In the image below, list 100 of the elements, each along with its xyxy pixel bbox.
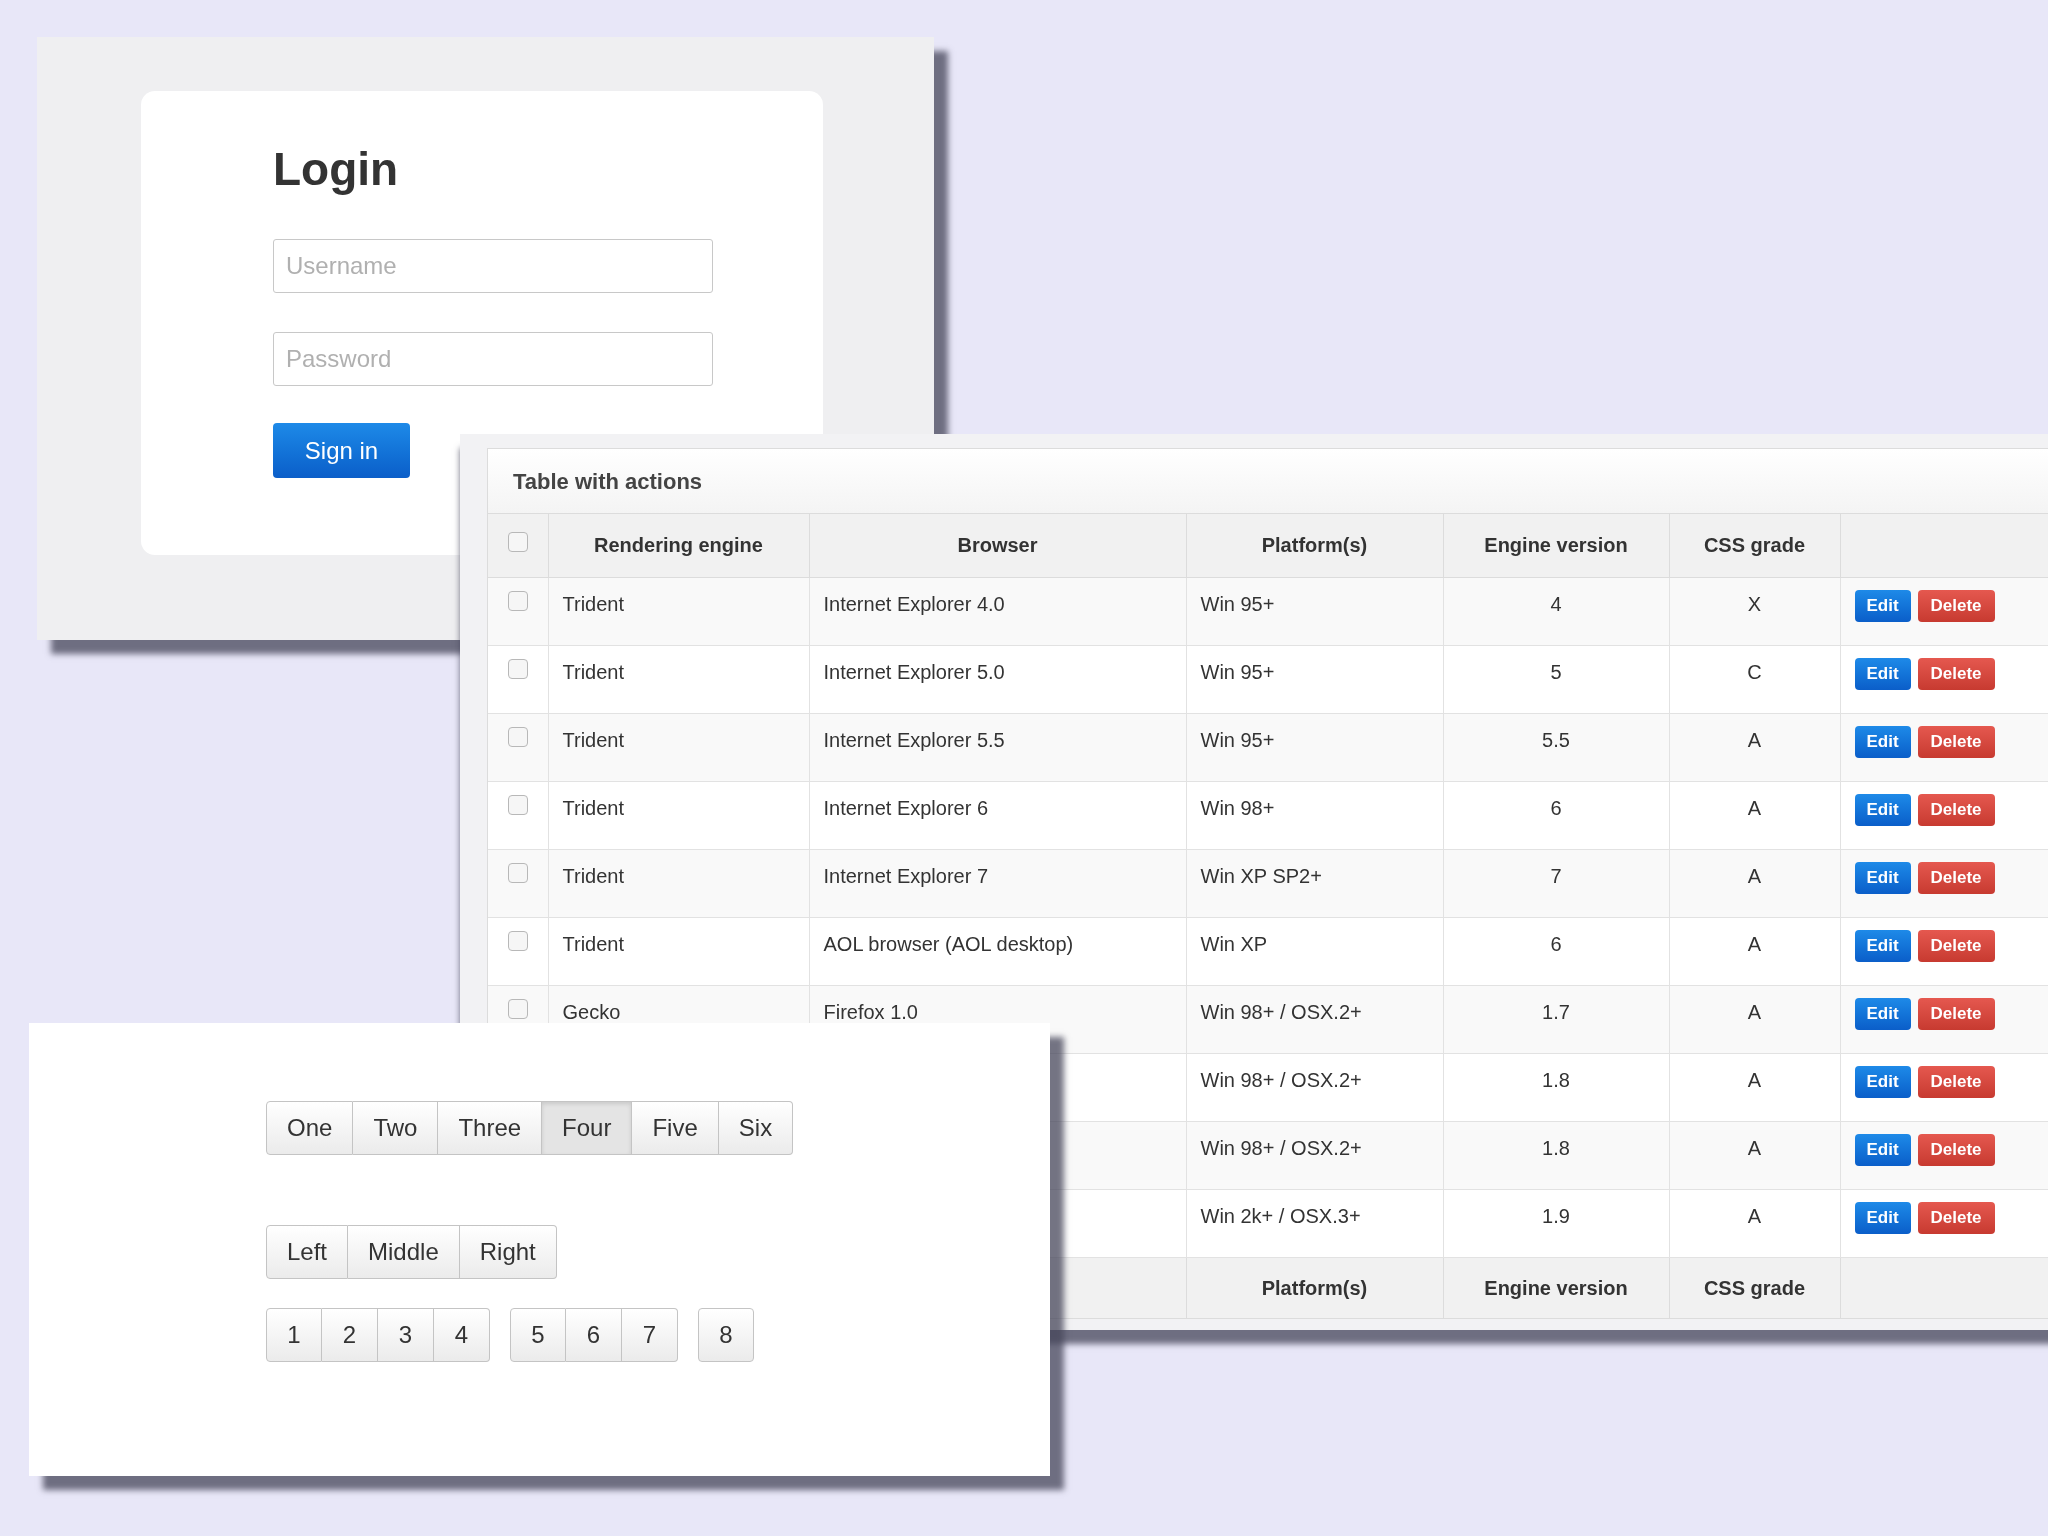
column-header: Platform(s) <box>1186 514 1443 577</box>
group-button[interactable]: 6 <box>566 1308 622 1362</box>
table-cell: 5.5 <box>1542 729 1570 751</box>
edit-button[interactable]: Edit <box>1854 658 1911 690</box>
table-cell: Win 95+ <box>1200 661 1275 683</box>
table-cell: 1.7 <box>1542 1001 1570 1023</box>
table-cell: Firefox 1.0 <box>823 1001 918 1023</box>
table-cell: A <box>1747 1137 1762 1159</box>
column-header: Rendering engine <box>548 514 809 577</box>
group-button[interactable]: 1 <box>266 1308 322 1362</box>
column-footer: Engine version <box>1484 1276 1628 1299</box>
column-footer: CSS grade <box>1703 1276 1806 1299</box>
checkbox[interactable] <box>507 863 528 883</box>
group-button[interactable]: Right <box>459 1225 557 1279</box>
group-button[interactable]: 2 <box>322 1308 378 1362</box>
table-cell: A <box>1747 1205 1762 1227</box>
table-cell: X <box>1747 593 1762 615</box>
table-cell: 1.8 <box>1542 1137 1570 1159</box>
edit-button[interactable]: Edit <box>1854 1134 1911 1166</box>
table-cell: Internet Explorer 7 <box>823 865 989 887</box>
table-cell: Trident <box>562 865 624 887</box>
group-button[interactable]: One <box>266 1101 354 1155</box>
table-cell: Internet Explorer 6 <box>823 797 989 819</box>
table-cell: Trident <box>562 933 624 955</box>
column-footer: Platform(s) <box>1261 1276 1368 1299</box>
table-cell: Win 95+ <box>1200 593 1275 615</box>
table-cell: Internet Explorer 5.0 <box>823 661 1005 683</box>
table-cell: A <box>1747 933 1762 955</box>
table-cell: Trident <box>562 661 624 683</box>
table-cell: Win 98+ <box>1200 797 1275 819</box>
table-cell: Win 2k+ / OSX.3+ <box>1200 1205 1361 1227</box>
username-field[interactable]: Username <box>273 239 713 293</box>
table-cell: 5 <box>1550 661 1562 683</box>
delete-button[interactable]: Delete <box>1917 1202 1995 1234</box>
table-cell: 1.9 <box>1542 1205 1570 1227</box>
group-button[interactable]: Three <box>438 1101 543 1155</box>
checkbox[interactable] <box>507 727 528 747</box>
table-cell: Gecko <box>562 1001 621 1023</box>
login-title: Login <box>273 142 400 197</box>
group-button[interactable]: 3 <box>378 1308 434 1362</box>
password-field[interactable]: Password <box>273 332 713 386</box>
group-button[interactable]: 8 <box>698 1308 754 1362</box>
column-header: CSS grade <box>1669 514 1840 577</box>
group-button[interactable]: Left <box>266 1225 349 1279</box>
table-cell: Trident <box>562 729 624 751</box>
group-button[interactable]: Six <box>718 1101 794 1155</box>
delete-button[interactable]: Delete <box>1917 862 1995 894</box>
table-cell: 6 <box>1550 933 1562 955</box>
edit-button[interactable]: Edit <box>1854 1066 1911 1098</box>
group-button[interactable]: Middle <box>348 1225 460 1279</box>
edit-button[interactable]: Edit <box>1854 590 1911 622</box>
table-cell: 6 <box>1550 797 1562 819</box>
table-cell: A <box>1747 729 1762 751</box>
table-cell: A <box>1747 1001 1762 1023</box>
group-button[interactable]: 7 <box>622 1308 678 1362</box>
group-button[interactable]: 4 <box>434 1308 490 1362</box>
checkbox[interactable] <box>507 931 528 951</box>
table-cell: C <box>1747 661 1762 683</box>
table-cell: Trident <box>562 593 624 615</box>
edit-button[interactable]: Edit <box>1854 726 1911 758</box>
group-button[interactable]: Five <box>632 1101 719 1155</box>
checkbox[interactable] <box>507 795 528 815</box>
table-cell: A <box>1747 865 1762 887</box>
group-button[interactable]: 5 <box>510 1308 566 1362</box>
delete-button[interactable]: Delete <box>1917 794 1995 826</box>
edit-button[interactable]: Edit <box>1854 794 1911 826</box>
delete-button[interactable]: Delete <box>1917 726 1995 758</box>
delete-button[interactable]: Delete <box>1917 590 1995 622</box>
delete-button[interactable]: Delete <box>1917 930 1995 962</box>
edit-button[interactable]: Edit <box>1854 930 1911 962</box>
table-cell: A <box>1747 797 1762 819</box>
checkbox[interactable] <box>507 999 528 1019</box>
table-cell: Win 95+ <box>1200 729 1275 751</box>
table-cell: 4 <box>1550 593 1562 615</box>
table-cell: 1.8 <box>1542 1069 1570 1091</box>
table-cell: Internet Explorer 5.5 <box>823 729 1005 751</box>
delete-button[interactable]: Delete <box>1917 1134 1995 1166</box>
table-title: Table with actions <box>513 467 703 496</box>
table-cell: Win 98+ / OSX.2+ <box>1200 1069 1362 1091</box>
table-cell: 7 <box>1550 865 1562 887</box>
group-button[interactable]: Two <box>353 1101 439 1155</box>
checkbox[interactable] <box>507 659 528 679</box>
table-cell: AOL browser (AOL desktop) <box>823 933 1074 955</box>
delete-button[interactable]: Delete <box>1917 658 1995 690</box>
edit-button[interactable]: Edit <box>1854 862 1911 894</box>
delete-button[interactable]: Delete <box>1917 1066 1995 1098</box>
sign-in-button[interactable]: Sign in <box>273 423 410 478</box>
checkbox[interactable] <box>507 532 528 553</box>
column-header: Engine version <box>1443 514 1669 577</box>
checkbox[interactable] <box>507 591 528 611</box>
delete-button[interactable]: Delete <box>1917 998 1995 1030</box>
table-cell: A <box>1747 1069 1762 1091</box>
table-cell: Internet Explorer 4.0 <box>823 593 1005 615</box>
edit-button[interactable]: Edit <box>1854 998 1911 1030</box>
table-cell: Win 98+ / OSX.2+ <box>1200 1001 1362 1023</box>
table-cell: Win XP SP2+ <box>1200 865 1322 887</box>
table-cell: Win XP <box>1200 933 1268 955</box>
edit-button[interactable]: Edit <box>1854 1202 1911 1234</box>
table-cell: Win 98+ / OSX.2+ <box>1200 1137 1362 1159</box>
group-button[interactable]: Four <box>542 1101 633 1155</box>
